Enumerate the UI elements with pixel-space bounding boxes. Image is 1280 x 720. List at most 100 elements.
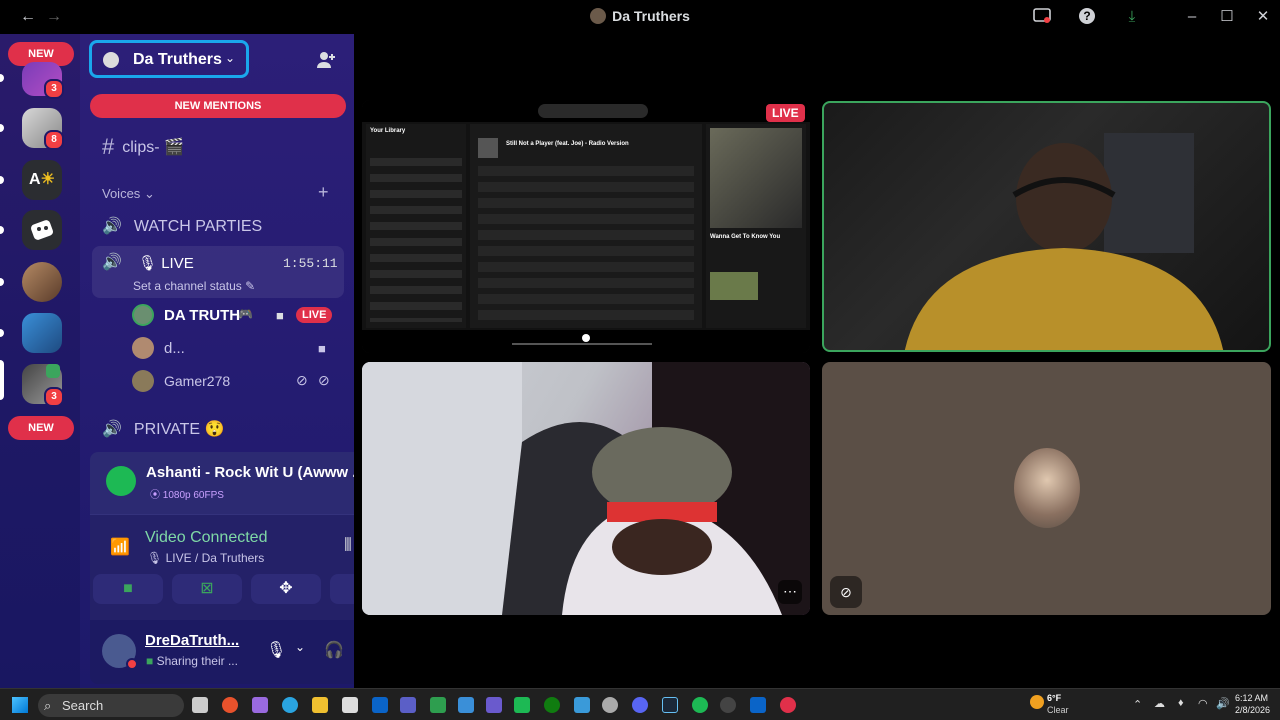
server-initial: A [29,171,41,188]
new-mentions-button[interactable]: NEW MENTIONS [90,94,346,118]
app-icon[interactable] [750,697,766,713]
xbox-icon[interactable] [544,697,560,713]
channel-clips[interactable]: # clips- 🎬 [102,134,184,160]
settings-icon[interactable] [602,697,618,713]
mic-muted-icon: ⊘ [296,372,308,388]
app-icon[interactable] [252,697,268,713]
spotify-library: Your Library [366,124,466,328]
camera-icon: ■ [276,308,284,323]
app-icon[interactable] [430,697,446,713]
network-icon[interactable]: ☁ [1154,697,1165,710]
channel-private[interactable]: 🔊 PRIVATE 😲 [102,419,224,439]
avatar [1014,448,1080,528]
track-list [478,166,694,322]
new-pill-bottom[interactable]: NEW [8,416,74,440]
channel-status-text: Set a channel status [133,279,242,293]
server-icon-6[interactable] [22,313,62,353]
help-icon[interactable]: ? [1077,7,1097,27]
screen-share-icon: ⊠ [200,580,214,597]
screen-share-tile[interactable]: Your Library Still Not a Player (feat. J… [362,100,810,353]
window-title-text: Da Truthers [612,8,690,24]
discord-icon[interactable] [632,697,648,713]
voice-location[interactable]: 🎙 LIVE / Da Truthers [147,551,264,565]
server-icon-3[interactable]: A☀ [22,160,62,200]
guild-header[interactable]: Da Truthers ⌄ [89,40,249,78]
category-label: Voices [102,186,141,201]
speaker-icon: 🔊 [102,421,122,438]
spotify-main: Still Not a Player (feat. Joe) - Radio V… [470,124,702,328]
edge-icon[interactable] [282,697,298,713]
wifi-icon[interactable]: ◠ [1198,697,1208,710]
app-icon[interactable] [720,697,736,713]
chevron-up-icon[interactable]: ⌃ [1133,698,1142,711]
noise-suppression-icon[interactable]: ⦀ [344,535,352,556]
screen-share-button[interactable]: ⊠ [172,574,242,604]
mention-badge: 3 [44,387,64,407]
activities-button[interactable]: ✥ [251,574,321,604]
server-icon-5[interactable] [22,262,62,302]
video-tile[interactable]: ⋯ [362,362,810,615]
audio-only-tile[interactable]: ⊘ [822,362,1271,615]
camera-icon: ■ [318,341,326,356]
activity-icon: 🎮 [238,307,253,321]
outlook-icon[interactable] [372,697,388,713]
app-icon[interactable] [458,697,474,713]
more-options-icon[interactable]: ⋯ [778,580,802,604]
voice-status: Video Connected [145,529,268,546]
invite-user-icon[interactable] [316,50,336,75]
voices-category[interactable]: Voices ⌄ [102,186,155,202]
user-name[interactable]: DreDaTruth... [145,632,239,649]
microphone-icon[interactable]: 🎙 [266,640,286,660]
spotify-icon[interactable] [692,697,708,713]
search-icon: ⌕ [44,698,52,713]
voice-location-text: LIVE / Da Truthers [165,551,265,565]
close-icon[interactable]: ✕ [1253,7,1273,27]
discord-app: ← → Da Truthers ? ⤓ – ☐ ✕ NEW 3 8 A☀ 3 N… [0,0,1280,688]
unread-pip [0,176,4,184]
camera-button[interactable]: ■ [93,574,163,604]
selected-server-indicator [0,360,4,400]
app-icon[interactable] [342,697,358,713]
mention-badge: 3 [44,79,64,99]
channel-watch-parties[interactable]: 🔊 WATCH PARTIES [102,216,262,236]
task-view-icon[interactable] [192,697,208,713]
channel-status[interactable]: Set a channel status ✎ [133,279,255,293]
clock-time[interactable]: 6:12 AM [1234,693,1268,703]
screen-share-icon[interactable] [1032,7,1052,27]
live-channel-name: 🎙 LIVE [138,255,194,272]
clock-date[interactable]: 2/8/2026 [1232,705,1270,715]
maximize-icon[interactable]: ☐ [1217,7,1237,27]
spotify-sidebar: Wanna Get To Know You [706,124,806,328]
voice-channel-live[interactable]: 🔊 🎙 LIVE 1:55:11 Set a channel status ✎ [92,246,344,298]
app-icon[interactable] [780,697,796,713]
app-icon[interactable] [574,697,590,713]
taskbar-search[interactable]: ⌕ Search [38,694,184,717]
channel-name: clips- [122,139,160,156]
emoji-icon: 😲 [204,421,225,438]
hash-icon: # [102,134,115,159]
chevron-down-icon[interactable]: ⌄ [295,640,305,654]
app-icon[interactable] [486,697,502,713]
app-icon[interactable] [514,697,530,713]
guild-icon [103,52,119,68]
unread-pip [0,74,4,82]
steam-icon[interactable] [662,697,678,713]
voice-user-name: DA TRUTH [164,307,241,324]
spotify-topbar [362,100,810,122]
channel-name: PRIVATE [133,421,201,438]
download-icon[interactable]: ⤓ [1122,7,1142,27]
windows-start-icon[interactable] [12,697,28,713]
user-status-text: Sharing their ... [156,654,238,668]
server-icon-4[interactable] [22,210,62,250]
add-channel-icon[interactable]: + [318,182,329,203]
minimize-icon[interactable]: – [1182,7,1202,27]
live-channel-label: LIVE [161,255,194,272]
teams-icon[interactable] [400,697,416,713]
volume-icon[interactable]: 🔊 [1216,697,1230,710]
video-tile-speaking[interactable] [822,101,1271,352]
tray-icon[interactable]: ♦ [1178,697,1184,709]
file-explorer-icon[interactable] [312,697,328,713]
video-frame [362,362,810,615]
firefox-icon[interactable] [222,697,238,713]
headphones-icon[interactable]: 🎧 [324,640,344,660]
